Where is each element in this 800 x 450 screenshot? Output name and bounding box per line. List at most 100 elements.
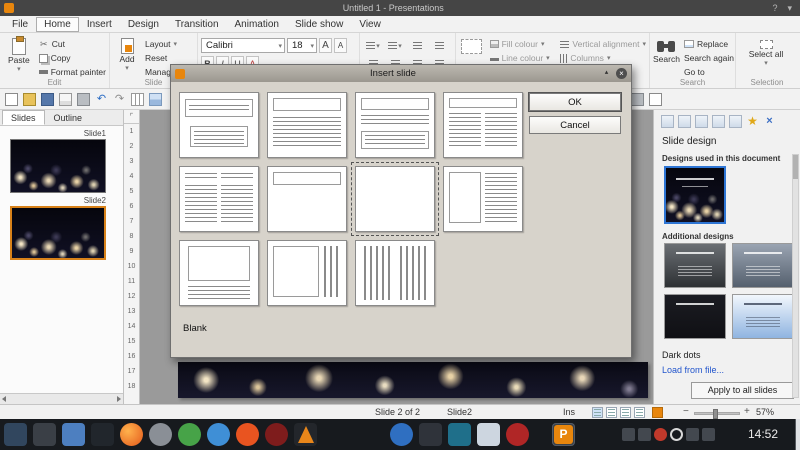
edit-mode-icon[interactable] (652, 407, 663, 418)
terminal-icon[interactable] (91, 423, 114, 446)
font-size-select[interactable]: 18 ▾ (287, 38, 317, 53)
sidebar-scrollbar[interactable] (792, 154, 799, 398)
load-from-file-link[interactable]: Load from file... (662, 365, 724, 375)
favorites-star-icon[interactable]: ★ (746, 115, 759, 128)
layout-thumb-title-slide[interactable] (179, 92, 259, 158)
firefox-icon[interactable] (120, 423, 143, 446)
shrink-font-button[interactable]: A (334, 38, 347, 53)
select-all-button[interactable]: Select all ▾ (739, 38, 793, 67)
zoom-out-icon[interactable]: − (683, 406, 689, 417)
search-again-button[interactable]: Search again (684, 52, 734, 64)
columns-button[interactable]: Columns ▾ (560, 52, 646, 64)
zoom-level[interactable]: 57% (756, 407, 774, 417)
paste-button[interactable]: Paste ▾ (3, 36, 35, 73)
scroll-right-icon[interactable] (117, 396, 121, 402)
layout-button[interactable]: Layout ▾ (145, 38, 182, 50)
vlc-icon[interactable] (294, 423, 317, 446)
layout-thumb-two-columns-headers[interactable] (179, 166, 259, 232)
apply-to-all-slides-button[interactable]: Apply to all slides (691, 382, 794, 399)
design-thumbnail-4[interactable] (732, 294, 794, 339)
office-app-icon[interactable] (477, 423, 500, 446)
layout-thumb-content-caption[interactable] (179, 240, 259, 306)
indent-decrease-button[interactable] (407, 39, 427, 52)
cut-button[interactable]: ✂ Cut (39, 38, 106, 50)
gimp-icon[interactable] (149, 423, 172, 446)
design-thumbnail-1[interactable] (664, 243, 726, 288)
dialog-close-icon[interactable]: × (616, 68, 627, 79)
reset-button[interactable]: Reset (145, 52, 182, 64)
show-desktop-button[interactable] (795, 419, 800, 450)
dark-app-icon[interactable] (419, 423, 442, 446)
menu-insert[interactable]: Insert (79, 17, 120, 32)
insert-mode-indicator[interactable]: Ins (563, 407, 575, 417)
sidebar-scrollbar-thumb[interactable] (793, 155, 798, 179)
normal-view-icon[interactable] (592, 407, 603, 418)
layout-thumb-content-left-text-right[interactable] (443, 166, 523, 232)
print-icon[interactable] (77, 92, 90, 106)
dialog-titlebar[interactable]: Insert slide ▴ × (171, 65, 631, 82)
layout-thumb-title-only[interactable] (267, 166, 347, 232)
window-menu-icon[interactable]: ▾ (787, 3, 792, 14)
zoom-tool-icon[interactable] (631, 93, 644, 106)
menu-home[interactable]: Home (36, 16, 79, 32)
replace-button[interactable]: Replace (683, 38, 734, 50)
layout-thumb-title-text-box[interactable] (355, 92, 435, 158)
sidebar-tool-icon-3[interactable] (695, 115, 708, 128)
sidebar-tool-icon-2[interactable] (678, 115, 691, 128)
zoom-in-icon[interactable]: + (744, 406, 750, 417)
presentations-app-icon[interactable]: P (552, 423, 575, 446)
window-tool-icon[interactable] (649, 93, 662, 106)
notification-dot-icon[interactable] (654, 428, 667, 441)
layout-thumb-two-columns[interactable] (443, 92, 523, 158)
insert-table-icon[interactable] (131, 92, 144, 106)
clock[interactable]: 14:52 (748, 427, 778, 441)
open-file-icon[interactable] (23, 92, 36, 106)
layout-thumb-blank[interactable] (351, 162, 439, 236)
volume-icon[interactable] (702, 428, 715, 441)
tray-icon-1[interactable] (622, 428, 635, 441)
network-icon[interactable] (686, 428, 699, 441)
blue-app-icon[interactable] (207, 423, 230, 446)
format-painter-button[interactable]: Format painter (38, 66, 106, 78)
tray-icon-2[interactable] (638, 428, 651, 441)
save-icon[interactable] (41, 92, 54, 106)
system-settings-icon[interactable] (33, 423, 56, 446)
goto-button[interactable]: Go to (684, 66, 734, 78)
search-button[interactable]: Search (653, 36, 680, 64)
ok-button[interactable]: OK (529, 93, 621, 111)
vertical-alignment-button[interactable]: Vertical alignment ▾ (560, 38, 646, 50)
update-icon[interactable] (670, 428, 683, 441)
email-icon[interactable] (59, 92, 72, 106)
help-icon[interactable]: ? (772, 3, 777, 14)
design-used-thumbnail[interactable] (664, 166, 726, 224)
ruler-origin-icon[interactable]: ⌜ (124, 110, 139, 124)
window-titlebar[interactable]: Untitled 1 - Presentations ? ▾ (0, 0, 800, 16)
red2-app-icon[interactable] (506, 423, 529, 446)
menu-file[interactable]: File (4, 17, 36, 32)
numbered-list-button[interactable]: ▾ (385, 39, 405, 52)
new-document-icon[interactable] (5, 92, 18, 106)
tab-outline[interactable]: Outline (45, 110, 92, 125)
sidebar-tool-icon-5[interactable] (729, 115, 742, 128)
teal-app-icon[interactable] (448, 423, 471, 446)
grow-font-button[interactable]: A (319, 38, 332, 53)
slide1-thumbnail[interactable] (10, 139, 106, 193)
zoom-slider-thumb[interactable] (713, 409, 718, 419)
menu-view[interactable]: View (351, 17, 389, 32)
design-thumbnail-2[interactable] (732, 243, 794, 288)
line-colour-button[interactable]: Line colour ▾ (489, 52, 557, 64)
font-family-select[interactable]: Calibri ▾ (201, 38, 285, 53)
bullet-list-button[interactable]: ▾ (363, 39, 383, 52)
ubuntu-app-icon[interactable] (236, 423, 259, 446)
menu-slideshow[interactable]: Slide show (287, 17, 351, 32)
menu-transition[interactable]: Transition (167, 17, 227, 32)
outline-view-icon[interactable] (606, 407, 617, 418)
zoom-slider[interactable] (694, 409, 740, 419)
cancel-button[interactable]: Cancel (529, 116, 621, 134)
slide-sorter-view-icon[interactable] (620, 407, 631, 418)
file-manager-icon[interactable] (62, 423, 85, 446)
sidebar-tool-icon-4[interactable] (712, 115, 725, 128)
slide-visible-area[interactable] (178, 362, 648, 398)
undo-icon[interactable]: ↶ (95, 93, 108, 106)
red-app-icon[interactable] (265, 423, 288, 446)
